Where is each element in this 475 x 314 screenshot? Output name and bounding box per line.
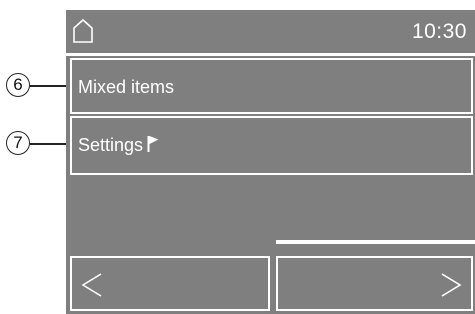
status-divider bbox=[66, 53, 475, 56]
callout-7-leader-line bbox=[30, 143, 71, 145]
manual-illustration: 6 7 10:30 Mixed items Settings bbox=[0, 0, 475, 314]
chevron-left-icon bbox=[81, 273, 102, 297]
menu-item-settings[interactable]: Settings bbox=[70, 116, 473, 175]
callout-6: 6 bbox=[6, 73, 30, 97]
status-bar: 10:30 bbox=[66, 10, 475, 51]
callout-7: 7 bbox=[6, 131, 30, 155]
home-icon bbox=[73, 18, 93, 43]
clock-time: 10:30 bbox=[411, 20, 467, 43]
chevron-right-icon bbox=[441, 273, 462, 297]
forward-button[interactable] bbox=[276, 256, 473, 311]
control-panel-display: 10:30 Mixed items Settings bbox=[66, 10, 475, 314]
menu-item-mixed-items[interactable]: Mixed items bbox=[70, 58, 473, 114]
page-indicator-bar bbox=[276, 240, 475, 244]
back-button[interactable] bbox=[70, 256, 270, 311]
menu-item-label: Settings bbox=[78, 135, 144, 155]
flag-icon bbox=[147, 136, 159, 152]
home-button[interactable] bbox=[72, 18, 94, 44]
menu-item-label: Mixed items bbox=[78, 77, 175, 97]
callout-6-leader-line bbox=[30, 85, 71, 87]
